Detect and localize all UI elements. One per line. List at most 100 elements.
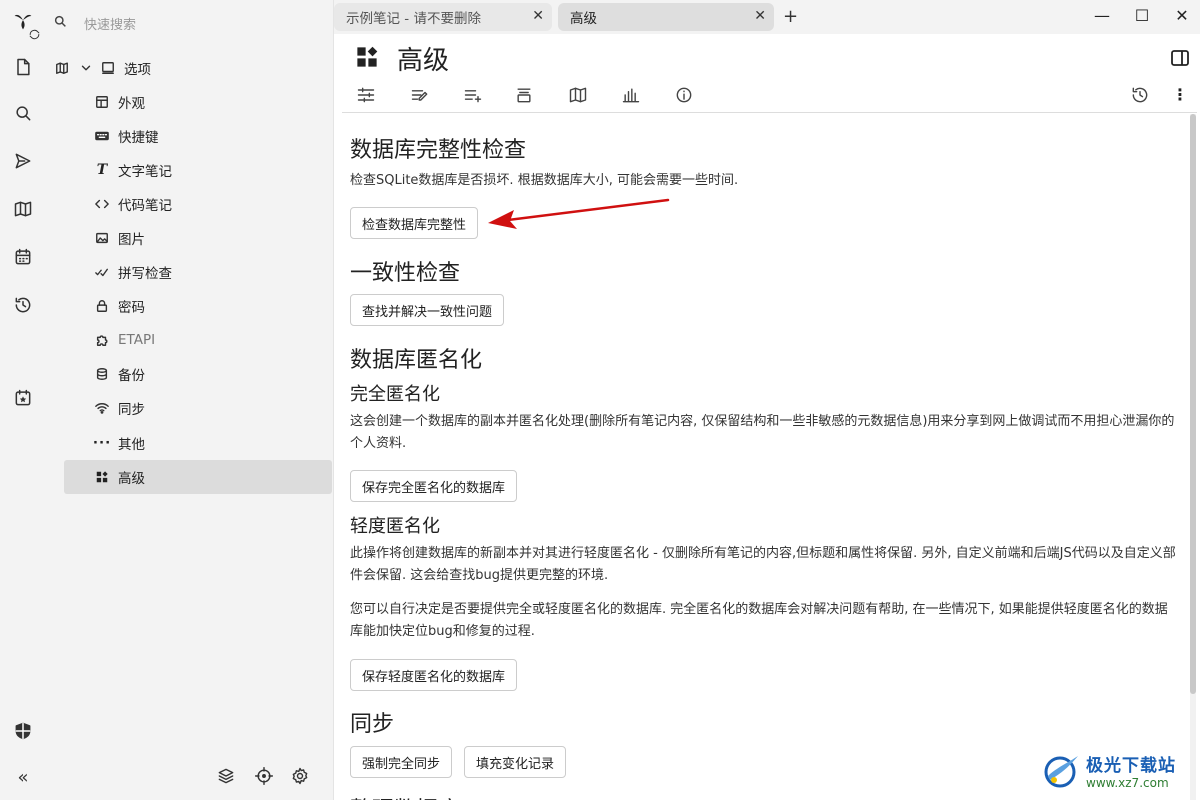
tree-item-label: 快捷键: [118, 130, 159, 146]
check-integrity-button[interactable]: 检查数据库完整性: [350, 207, 479, 239]
maximize-icon[interactable]: ☐: [1132, 6, 1152, 25]
tree-item-images[interactable]: 图片: [94, 222, 145, 254]
tree-item-label: 密码: [118, 300, 145, 316]
layout-icon: [94, 94, 110, 110]
more-menu-icon[interactable]: ⋮: [1167, 82, 1193, 108]
new-tab-button[interactable]: +: [783, 6, 798, 27]
tree-item-label: 备份: [118, 368, 145, 384]
subsection-title-light-anonymize: 轻度匿名化: [350, 516, 440, 537]
section-title-vacuum: 整理数据库: [350, 792, 460, 800]
options-icon: [100, 60, 116, 76]
edit-list-icon[interactable]: [407, 82, 433, 108]
layers-icon[interactable]: [216, 766, 236, 790]
grid-icon: [94, 469, 110, 485]
tree-item-label: ETAPI: [118, 332, 156, 348]
full-anonymize-description: 这会创建一个数据库的副本并匿名化处理(删除所有笔记内容, 仅保留结构和一些非敏感…: [350, 414, 1175, 451]
tree-item-backup[interactable]: 备份: [94, 358, 145, 390]
tree-item-appearance[interactable]: 外观: [94, 86, 145, 118]
search-icon[interactable]: [8, 98, 38, 128]
save-light-anonymized-button[interactable]: 保存轻度匿名化的数据库: [350, 659, 518, 691]
window-close-icon[interactable]: ✕: [1172, 6, 1192, 25]
tree-item-code-notes[interactable]: 代码笔记: [94, 188, 172, 220]
tree-item-label: 图片: [118, 232, 145, 248]
image-icon: [94, 230, 110, 246]
minimize-icon[interactable]: —: [1092, 6, 1112, 25]
note-map-icon[interactable]: [54, 60, 70, 76]
tab-sample-notes[interactable]: 示例笔记 - 请不要删除 ✕: [334, 3, 552, 31]
promoted-attrs-icon[interactable]: [511, 82, 537, 108]
tree-item-label: 选项: [124, 62, 151, 78]
quick-search[interactable]: 快速搜索: [52, 8, 322, 38]
bar-chart-icon[interactable]: [618, 82, 644, 108]
find-fix-consistency-button[interactable]: 查找并解决一致性问题: [350, 294, 505, 326]
info-icon[interactable]: [671, 82, 697, 108]
tree-item-password[interactable]: 密码: [94, 290, 145, 322]
watermark: 极光下载站 www.xz7.com: [1040, 748, 1192, 792]
close-icon[interactable]: ✕: [754, 8, 766, 24]
tree-item-text-notes[interactable]: T 文字笔记: [94, 154, 172, 186]
fill-entity-changes-button[interactable]: 填充变化记录: [464, 746, 567, 778]
section-title-sync: 同步: [350, 712, 395, 737]
scrollbar-thumb[interactable]: [1190, 114, 1196, 694]
tree-item-sync[interactable]: 同步: [94, 392, 145, 424]
chevron-down-icon[interactable]: [78, 60, 94, 76]
watermark-logo-icon: [1044, 756, 1078, 788]
add-list-icon[interactable]: [460, 82, 486, 108]
ribbon-divider: [342, 112, 1197, 113]
search-icon: [54, 15, 70, 32]
tab-label: 高级: [570, 11, 597, 27]
tab-bar: 示例笔记 - 请不要删除 ✕ 高级 ✕ + — ☐ ✕: [334, 0, 1200, 34]
annotation-arrow: [488, 198, 670, 229]
revisions-history-icon[interactable]: [1127, 82, 1153, 108]
calendar-icon[interactable]: [8, 242, 38, 272]
subsection-title-full-anonymize: 完全匿名化: [350, 384, 440, 405]
note-title[interactable]: 高级: [397, 40, 449, 77]
tree-item-label: 其他: [118, 437, 145, 453]
watermark-url: www.xz7.com: [1086, 775, 1169, 790]
tree-item-advanced[interactable]: 高级: [64, 460, 332, 494]
text-icon: T: [96, 162, 108, 178]
settings-gear-icon[interactable]: [290, 766, 310, 790]
tree-item-label: 外观: [118, 96, 145, 112]
locate-icon[interactable]: [254, 766, 274, 790]
lock-icon: [94, 298, 110, 314]
section-title-anonymize: 数据库匿名化: [350, 348, 483, 373]
light-anonymize-description: 此操作将创建数据库的新副本并对其进行轻度匿名化 - 仅删除所有笔记的内容,但标题…: [350, 546, 1176, 583]
jump-to-icon[interactable]: [8, 146, 38, 176]
note-tree-panel: 快速搜索 选项 外观 快捷键 T 文字笔记 代码笔记 图片 拼写检查 密码 ET…: [46, 0, 334, 800]
today-icon[interactable]: [8, 383, 38, 413]
tree-item-etapi[interactable]: ETAPI: [94, 324, 155, 356]
launcher-bar: «: [0, 0, 46, 800]
save-full-anonymized-button[interactable]: 保存完全匿名化的数据库: [350, 470, 518, 502]
code-icon: [94, 196, 110, 212]
tree-item-spellcheck[interactable]: 拼写检查: [94, 256, 172, 288]
database-icon: [94, 366, 110, 382]
tree-item-other[interactable]: ··· 其他: [93, 427, 145, 459]
protected-session-icon[interactable]: [8, 716, 38, 746]
tree-item-shortcuts[interactable]: 快捷键: [94, 120, 159, 152]
tree-item-label: 同步: [118, 402, 145, 418]
map-icon[interactable]: [565, 82, 591, 108]
section-title-integrity: 数据库完整性检查: [350, 138, 527, 163]
map-icon[interactable]: [8, 194, 38, 224]
collapse-icon[interactable]: «: [8, 762, 38, 792]
note-content: 数据库完整性检查 检查SQLite数据库是否损坏. 根据数据库大小, 可能会需要…: [342, 114, 1188, 800]
close-icon[interactable]: ✕: [532, 8, 544, 24]
keyboard-icon: [94, 128, 110, 144]
toggle-right-pane-icon[interactable]: [1170, 48, 1190, 68]
force-full-sync-button[interactable]: 强制完全同步: [350, 746, 453, 778]
grid-icon[interactable]: [356, 46, 378, 68]
tree-root-options[interactable]: 选项: [54, 52, 151, 84]
tab-label: 示例笔记 - 请不要删除: [346, 11, 481, 27]
tree-item-label: 文字笔记: [118, 164, 172, 180]
quick-search-input[interactable]: 快速搜索: [84, 14, 136, 33]
history-icon[interactable]: [8, 290, 38, 320]
note-properties-icon[interactable]: [353, 82, 379, 108]
sync-status-icon[interactable]: [26, 26, 42, 42]
tab-advanced[interactable]: 高级 ✕: [558, 3, 774, 31]
wifi-icon: [94, 400, 110, 416]
spellcheck-icon: [94, 264, 110, 280]
watermark-name: 极光下载站: [1086, 755, 1176, 776]
tree-item-label: 代码笔记: [118, 198, 172, 214]
new-note-icon[interactable]: [8, 52, 38, 82]
